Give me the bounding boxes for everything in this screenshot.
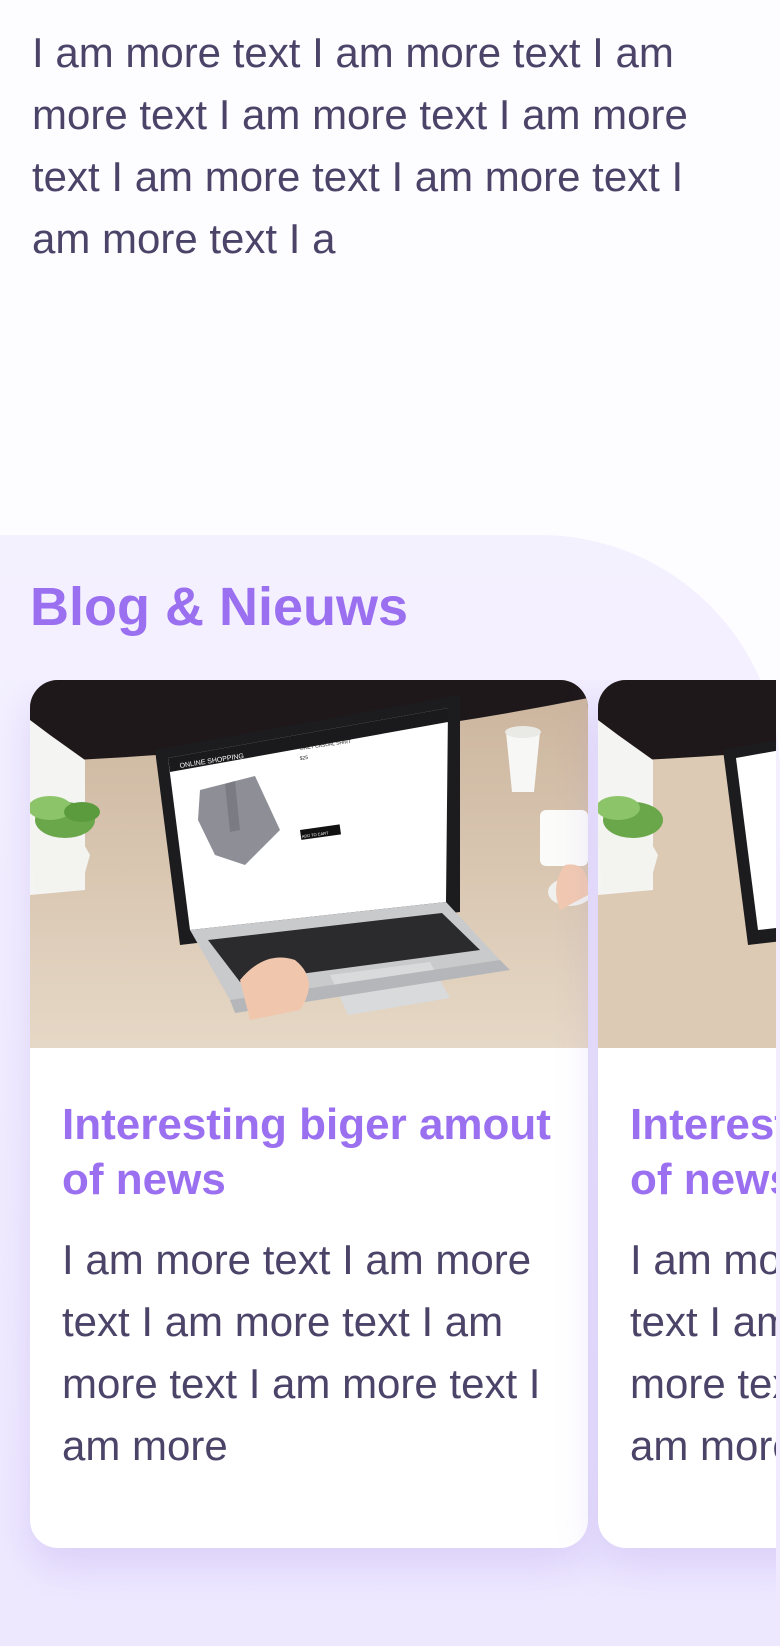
- card-body: Interesting biger amout of news I am mor…: [630, 1097, 776, 1477]
- card-title[interactable]: Interesting biger amout of news: [630, 1097, 776, 1207]
- card-text: I am more text I am more text I am more …: [62, 1236, 541, 1469]
- card-image-laptop-shopping: ONLINE SHOPPING GREY CASUAL SHIRT $25 AD…: [30, 680, 588, 1048]
- intro-text: I am more text I am more text I am more …: [32, 29, 688, 262]
- card-title[interactable]: Interesting biger amout of news: [62, 1097, 562, 1207]
- card-image-laptop-shopping: [598, 680, 776, 1048]
- blog-heading: Blog & Nieuws: [30, 577, 409, 637]
- blog-card-carousel[interactable]: ONLINE SHOPPING GREY CASUAL SHIRT $25 AD…: [0, 680, 776, 1610]
- blog-card[interactable]: Interesting biger amout of news I am mor…: [598, 680, 776, 1548]
- card-text: I am more text I am more text I am more …: [630, 1236, 776, 1469]
- screen-product-price: $25: [299, 755, 308, 762]
- blog-card[interactable]: ONLINE SHOPPING GREY CASUAL SHIRT $25 AD…: [30, 680, 588, 1548]
- card-body: Interesting biger amout of news I am mor…: [62, 1097, 562, 1477]
